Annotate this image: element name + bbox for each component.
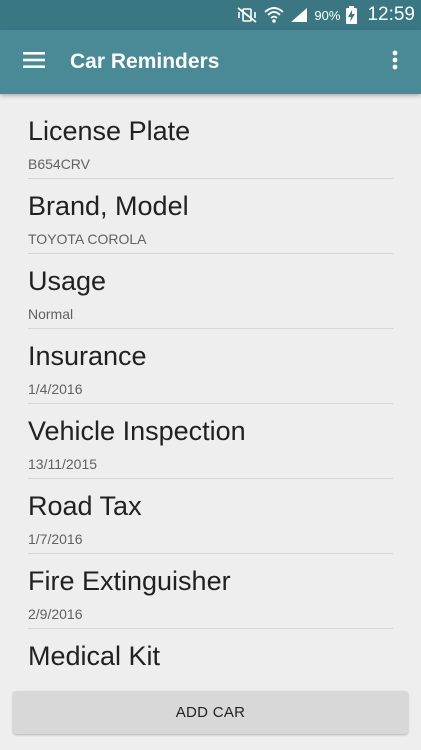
more-vert-icon bbox=[392, 50, 398, 75]
item-title: Usage bbox=[28, 266, 107, 296]
item-title: Insurance bbox=[28, 341, 147, 371]
item-title: Brand, Model bbox=[28, 191, 189, 221]
list-item-usage[interactable]: Usage Normal bbox=[28, 254, 393, 329]
battery-percentage: 90% bbox=[314, 7, 341, 23]
item-title: Fire Extinguisher bbox=[28, 566, 231, 596]
wifi-icon bbox=[264, 6, 285, 24]
item-subtitle: 2/9/2016 bbox=[28, 606, 83, 622]
list-item-vehicle-inspection[interactable]: Vehicle Inspection 13/11/2015 bbox=[28, 404, 393, 479]
list-item-license-plate[interactable]: License Plate B654CRV bbox=[28, 104, 393, 179]
item-subtitle: Normal bbox=[28, 306, 74, 322]
item-subtitle: B654CRV bbox=[28, 156, 91, 172]
item-subtitle: 1/4/2016 bbox=[28, 381, 83, 397]
list-item-insurance[interactable]: Insurance 1/4/2016 bbox=[28, 329, 393, 404]
item-subtitle: 13/11/2015 bbox=[28, 456, 98, 472]
page-title: Car Reminders bbox=[70, 50, 220, 73]
list-item-medical-kit[interactable]: Medical Kit bbox=[28, 629, 393, 666]
reminder-list[interactable]: License Plate B654CRV Brand, Model TOYOT… bbox=[0, 104, 421, 666]
overflow-menu-button[interactable] bbox=[375, 40, 415, 84]
list-item-brand-model[interactable]: Brand, Model TOYOTA COROLA bbox=[28, 179, 393, 254]
list-item-fire-extinguisher[interactable]: Fire Extinguisher 2/9/2016 bbox=[28, 554, 393, 629]
item-title: License Plate bbox=[28, 116, 191, 146]
hamburger-menu-icon bbox=[23, 51, 45, 73]
item-title: Vehicle Inspection bbox=[28, 416, 246, 446]
status-icons: 90% 12:59 bbox=[236, 0, 415, 30]
item-title: Road Tax bbox=[28, 491, 142, 521]
mute-vibrate-icon bbox=[236, 7, 258, 23]
list-item-road-tax[interactable]: Road Tax 1/7/2016 bbox=[28, 479, 393, 554]
cell-signal-icon bbox=[290, 7, 308, 23]
item-subtitle: TOYOTA COROLA bbox=[28, 231, 147, 247]
app-bar: Car Reminders bbox=[0, 30, 421, 94]
status-bar: 90% 12:59 bbox=[0, 0, 421, 30]
item-title: Medical Kit bbox=[28, 641, 161, 666]
status-clock: 12:59 bbox=[367, 4, 415, 25]
battery-charging-icon bbox=[346, 6, 358, 24]
add-car-button[interactable]: ADD CAR bbox=[13, 691, 408, 734]
menu-button[interactable] bbox=[12, 40, 56, 84]
item-subtitle: 1/7/2016 bbox=[28, 531, 83, 547]
